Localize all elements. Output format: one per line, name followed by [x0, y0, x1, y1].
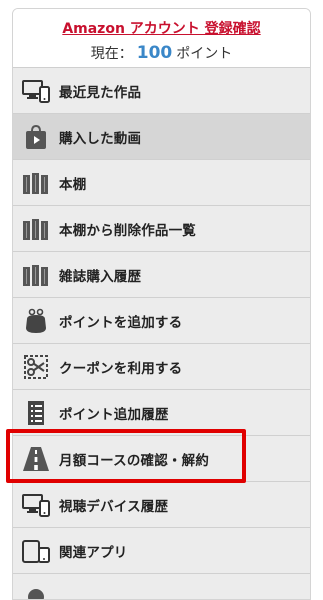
menu-item-partial: [13, 574, 310, 600]
menu-item-label: 視聴デバイス履歴: [59, 495, 168, 515]
points-suffix: ポイント: [176, 46, 232, 62]
menu-item-label: 雑誌購入履歴: [59, 265, 141, 285]
menu-item-label: 購入した動画: [59, 127, 141, 147]
points-balance: 現在：100ポイント: [13, 43, 310, 63]
scissors-coupon-icon: [22, 353, 50, 381]
menu-item-recently-viewed[interactable]: 最近見た作品: [13, 68, 310, 114]
menu-item-label: 本棚: [59, 173, 86, 193]
shopping-bag-play-icon: [22, 123, 50, 151]
bookshelf-icon: [22, 215, 50, 243]
menu-item-label: 関連アプリ: [59, 541, 128, 561]
menu-item-bookshelf-deleted[interactable]: 本棚から削除作品一覧: [13, 206, 310, 252]
menu-item-add-points[interactable]: ポイントを追加する: [13, 298, 310, 344]
partial-icon: [22, 583, 50, 600]
points-value: 100: [137, 43, 173, 63]
devices-icon: [22, 537, 50, 565]
menu-item-label: 本棚から削除作品一覧: [59, 219, 196, 239]
account-header: Amazon アカウント 登録確認 現在：100ポイント: [13, 9, 310, 68]
menu-item-label: ポイントを追加する: [59, 311, 182, 331]
menu-item-device-history[interactable]: 視聴デバイス履歴: [13, 482, 310, 528]
menu-item-label: ポイント追加履歴: [59, 403, 169, 423]
menu-item-magazine-history[interactable]: 雑誌購入履歴: [13, 252, 310, 298]
highlight-annotation-box: [6, 429, 246, 483]
account-menu-list: 最近見た作品 購入した動画 本棚 本棚から削除作品一覧 雑誌購入履歴: [13, 68, 310, 600]
menu-item-label: クーポンを利用する: [59, 357, 182, 377]
coin-purse-icon: [22, 307, 50, 335]
devices-icon: [22, 491, 50, 519]
points-prefix: 現在：: [91, 46, 133, 62]
receipt-list-icon: [22, 399, 50, 427]
amazon-account-link[interactable]: Amazon アカウント 登録確認: [62, 18, 260, 38]
menu-item-related-apps[interactable]: 関連アプリ: [13, 528, 310, 574]
devices-icon: [22, 77, 50, 105]
bookshelf-icon: [22, 169, 50, 197]
menu-item-use-coupon[interactable]: クーポンを利用する: [13, 344, 310, 390]
menu-item-bookshelf[interactable]: 本棚: [13, 160, 310, 206]
menu-item-label: 最近見た作品: [59, 81, 141, 101]
account-menu-panel: Amazon アカウント 登録確認 現在：100ポイント 最近見た作品 購入した…: [12, 8, 311, 600]
menu-item-purchased-videos[interactable]: 購入した動画: [13, 114, 310, 160]
bookshelf-icon: [22, 261, 50, 289]
